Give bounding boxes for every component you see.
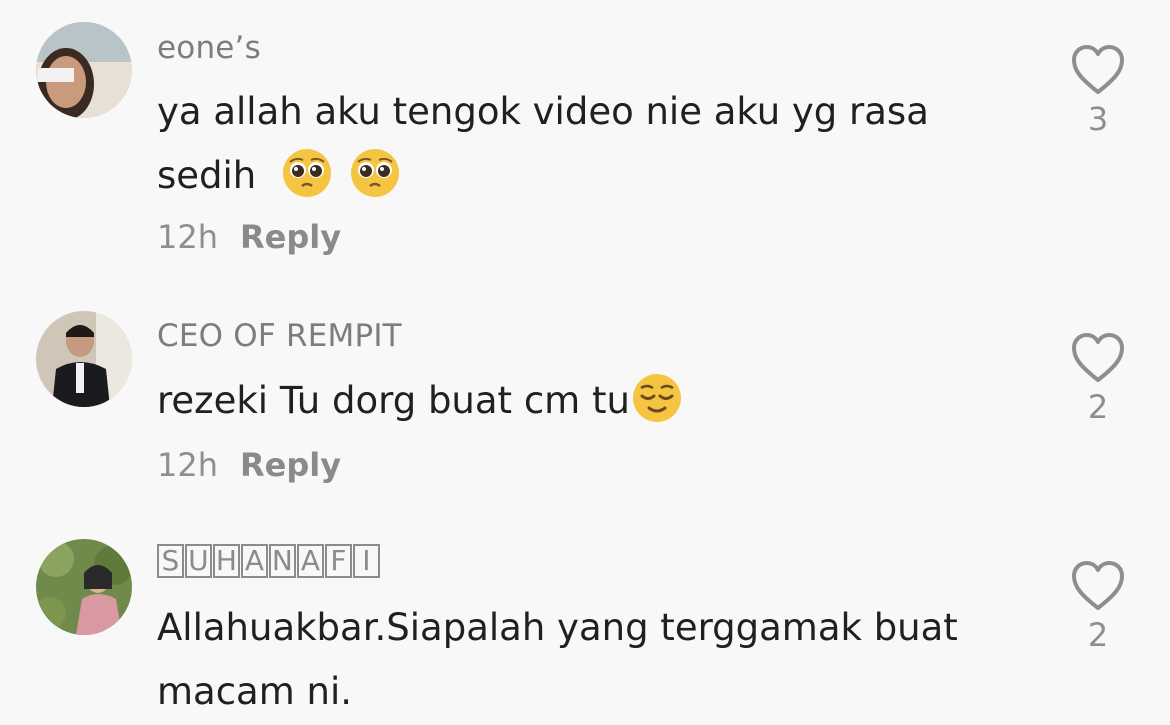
comment-text: Allahuakbar.Siapalah yang terggamak buat…	[157, 596, 1007, 724]
relieved-face-emoji-icon	[632, 374, 681, 422]
like-count: 3	[1087, 100, 1109, 138]
username-letter: A	[297, 544, 324, 578]
heart-outline-icon	[1072, 333, 1124, 382]
heart-outline-icon	[1072, 45, 1124, 94]
comment-time: 12h	[157, 218, 218, 256]
comment-text-fragment: sedih	[157, 154, 257, 197]
comment-username[interactable]: CEO OF REMPIT	[157, 318, 402, 354]
like-count: 2	[1087, 616, 1109, 654]
comment-text-line: sedih	[157, 144, 1007, 208]
avatar-image	[36, 22, 132, 118]
avatar-image	[36, 539, 132, 635]
comment-time: 12h	[157, 446, 218, 484]
avatar[interactable]	[36, 539, 132, 635]
reply-button[interactable]: Reply	[240, 218, 341, 256]
comment-text-line: macam ni.	[157, 670, 353, 713]
pleading-face-emoji-icon	[350, 149, 399, 197]
username-letter: S	[157, 544, 184, 578]
comment-username[interactable]: S U H A N A F I	[157, 544, 381, 578]
username-letter: H	[213, 544, 240, 578]
username-letter: A	[241, 544, 268, 578]
like-button[interactable]: 2	[1068, 560, 1128, 654]
comment-username[interactable]: eone’s	[157, 30, 261, 66]
comment-text: rezeki Tu dorg buat cm tu	[157, 369, 1007, 433]
comment-text-fragment: rezeki Tu dorg buat cm tu	[157, 379, 630, 422]
username-letter: I	[353, 544, 380, 578]
avatar-image	[36, 311, 132, 407]
username-letter: F	[325, 544, 352, 578]
comment-text-line: Allahuakbar.Siapalah yang terggamak buat	[157, 606, 958, 649]
like-count: 2	[1087, 388, 1109, 426]
comment-meta: 12h Reply	[157, 446, 341, 484]
like-button[interactable]: 2	[1068, 332, 1128, 426]
username-letter: U	[185, 544, 212, 578]
reply-button[interactable]: Reply	[240, 446, 341, 484]
like-button[interactable]: 3	[1068, 44, 1128, 138]
avatar[interactable]	[36, 311, 132, 407]
username-letter: N	[269, 544, 296, 578]
heart-outline-icon	[1072, 561, 1124, 610]
comment-text-line: ya allah aku tengok video nie aku yg ras…	[157, 90, 929, 133]
avatar[interactable]	[36, 22, 132, 118]
comment-text: ya allah aku tengok video nie aku yg ras…	[157, 80, 1007, 208]
pleading-face-emoji-icon	[283, 149, 332, 197]
comment-meta: 12h Reply	[157, 218, 341, 256]
